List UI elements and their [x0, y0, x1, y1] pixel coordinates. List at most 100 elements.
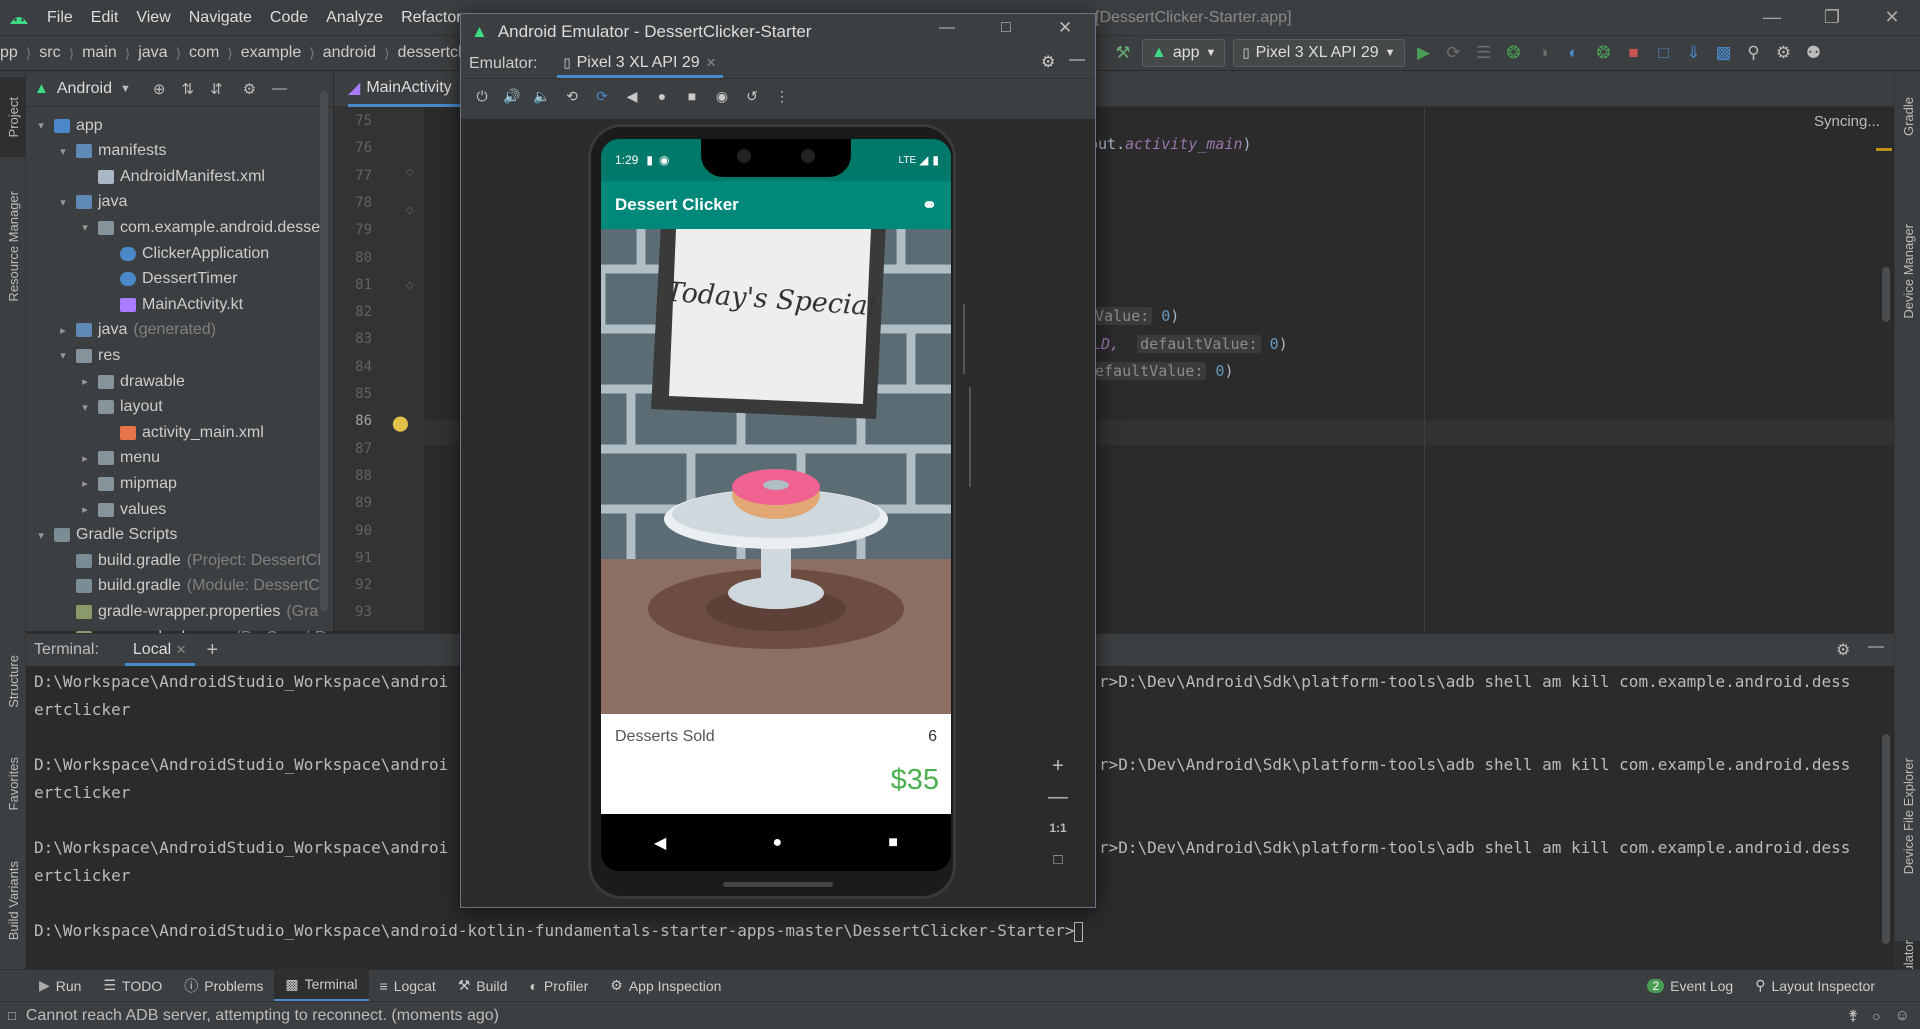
- tree-item[interactable]: MainActivity.kt: [100, 292, 243, 317]
- chevron-down-icon[interactable]: ▾: [34, 119, 48, 132]
- fold-icon[interactable]: ◇: [406, 167, 414, 178]
- chevron-down-icon[interactable]: ▾: [56, 145, 70, 158]
- rotate-left-icon[interactable]: ⟲: [559, 83, 585, 109]
- share-icon[interactable]: ⚭: [922, 195, 937, 216]
- tree-item[interactable]: ▸ menu: [78, 446, 160, 471]
- back-icon[interactable]: ◀: [654, 833, 666, 853]
- breadcrumb-item[interactable]: main: [82, 44, 117, 62]
- tab-gradle[interactable]: Gradle: [1895, 77, 1920, 157]
- hide-panel-icon[interactable]: —: [1069, 51, 1085, 69]
- rerun-icon[interactable]: ⟳: [1443, 42, 1465, 64]
- power-icon[interactable]: ⏻: [469, 83, 495, 109]
- breadcrumb-item[interactable]: com: [189, 44, 219, 62]
- lock-icon[interactable]: ⚵: [1848, 1007, 1858, 1024]
- tree-item[interactable]: ▾ manifests: [56, 139, 166, 164]
- terminal-scrollbar[interactable]: [1882, 734, 1890, 944]
- tree-item[interactable]: ▾ res: [56, 343, 120, 368]
- chevron-down-icon[interactable]: ▾: [56, 349, 70, 362]
- apply-changes-icon[interactable]: ☰: [1473, 42, 1495, 64]
- tab-build-variants[interactable]: Build Variants: [0, 841, 26, 961]
- tab-build[interactable]: ⚒ Build: [447, 970, 519, 1002]
- tab-device-manager[interactable]: Device Manager: [1895, 171, 1920, 371]
- menu-file[interactable]: File: [38, 0, 82, 35]
- overview-icon[interactable]: ■: [679, 83, 705, 109]
- tab-terminal[interactable]: ▩ Terminal: [274, 969, 369, 1002]
- gear-icon[interactable]: ⚙: [1773, 42, 1795, 64]
- tab-profiler[interactable]: ◐ Profiler: [518, 970, 599, 1002]
- smiley-icon[interactable]: ☺: [1895, 1007, 1910, 1024]
- tab-project[interactable]: Project: [0, 77, 26, 157]
- run-config-dropdown[interactable]: ▲ app ▼: [1142, 39, 1226, 67]
- menu-refactor[interactable]: Refactor: [392, 0, 470, 35]
- close-icon[interactable]: ✕: [1862, 0, 1920, 35]
- snapshot-icon[interactable]: ↺: [739, 83, 765, 109]
- coverage-icon[interactable]: ◑: [1533, 42, 1555, 64]
- chevron-down-icon[interactable]: ▾: [78, 401, 92, 414]
- restore-icon[interactable]: ❐: [1802, 0, 1862, 35]
- zoom-actual-size[interactable]: 1:1: [1041, 813, 1075, 843]
- chevron-right-icon[interactable]: ▸: [78, 503, 92, 516]
- tab-local[interactable]: Local ✕: [124, 635, 195, 666]
- tab-app-inspection[interactable]: ⚙ App Inspection: [599, 970, 732, 1002]
- overview-icon[interactable]: ■: [888, 834, 898, 852]
- chevron-right-icon[interactable]: ▸: [78, 477, 92, 490]
- breadcrumb-item[interactable]: pp: [0, 44, 18, 62]
- chevron-right-icon[interactable]: ▸: [78, 452, 92, 465]
- terminal-prompt[interactable]: D:\Workspace\AndroidStudio_Workspace\and…: [34, 921, 1084, 942]
- tree-item[interactable]: ClickerApplication: [100, 241, 269, 266]
- tab-resource-manager[interactable]: Resource Manager: [0, 171, 26, 321]
- editor-scrollbar[interactable]: [1882, 267, 1890, 322]
- warning-stripe[interactable]: [1876, 148, 1892, 151]
- tab-problems[interactable]: ⓘ Problems: [173, 970, 274, 1002]
- camera-icon[interactable]: ◉: [709, 83, 735, 109]
- locate-icon[interactable]: ⊕: [153, 80, 166, 98]
- device-manager-icon[interactable]: □: [1653, 42, 1675, 64]
- tab-favorites[interactable]: Favorites: [0, 736, 26, 831]
- tab-logcat[interactable]: ≡ Logcat: [369, 970, 447, 1002]
- debug-icon[interactable]: ❂: [1503, 42, 1525, 64]
- tab-event-log[interactable]: 2 Event Log: [1636, 970, 1744, 1002]
- hide-panel-icon[interactable]: —: [272, 80, 287, 97]
- menu-navigate[interactable]: Navigate: [180, 0, 261, 35]
- chevron-down-icon[interactable]: ▾: [78, 221, 92, 234]
- home-icon[interactable]: ●: [772, 834, 782, 852]
- tree-item[interactable]: ▾ Gradle Scripts: [34, 523, 177, 548]
- panel-toggle-icon[interactable]: □: [8, 1008, 16, 1023]
- minimize-icon[interactable]: —: [1742, 0, 1802, 35]
- tree-item[interactable]: build.gradle (Module: DessertCl: [56, 574, 324, 599]
- chevron-down-icon[interactable]: ▾: [34, 529, 48, 542]
- gradle-sync-icon[interactable]: ▩: [1713, 42, 1735, 64]
- breadcrumb-item[interactable]: dessertcl: [398, 44, 462, 62]
- tab-layout-inspector[interactable]: ⚲ Layout Inspector: [1744, 970, 1886, 1002]
- hide-panel-icon[interactable]: —: [1868, 638, 1884, 656]
- menu-view[interactable]: View: [127, 0, 179, 35]
- fold-icon[interactable]: ◇: [406, 205, 414, 216]
- tree-item[interactable]: ▾ layout: [78, 395, 162, 420]
- collapse-all-icon[interactable]: ⇵: [210, 80, 223, 98]
- more-icon[interactable]: ⋮: [769, 83, 795, 109]
- volume-up-icon[interactable]: 🔊: [499, 83, 525, 109]
- close-tab-icon[interactable]: ✕: [176, 642, 187, 657]
- tab-todo[interactable]: ☰ TODO: [92, 970, 173, 1002]
- tab-structure[interactable]: Structure: [0, 631, 26, 731]
- search-icon[interactable]: ⚲: [1743, 42, 1765, 64]
- run-icon[interactable]: ▶: [1413, 42, 1435, 64]
- tab-device-file-explorer[interactable]: Device File Explorer: [1895, 701, 1920, 931]
- fold-icon[interactable]: ◇: [406, 280, 414, 291]
- gear-icon[interactable]: ⚙: [1041, 52, 1055, 72]
- device-dropdown[interactable]: ▯ Pixel 3 XL API 29 ▼: [1233, 39, 1405, 67]
- expand-all-icon[interactable]: ⇅: [181, 80, 194, 98]
- profile-user-icon[interactable]: ⚉: [1803, 42, 1825, 64]
- breadcrumb-item[interactable]: android: [323, 44, 376, 62]
- tree-item[interactable]: ▾ com.example.android.desser: [78, 215, 325, 240]
- close-icon[interactable]: ✕: [1058, 18, 1072, 38]
- menu-analyze[interactable]: Analyze: [317, 0, 392, 35]
- maximize-icon[interactable]: □: [1001, 19, 1011, 37]
- new-tab-icon[interactable]: +: [207, 639, 219, 662]
- breadcrumb-item[interactable]: java: [138, 44, 167, 62]
- close-tab-icon[interactable]: ✕: [706, 55, 717, 71]
- lightbulb-icon[interactable]: ⬤: [392, 414, 409, 432]
- tree-item[interactable]: AndroidManifest.xml: [78, 164, 265, 189]
- chevron-down-icon[interactable]: ▾: [56, 196, 70, 209]
- tree-item[interactable]: activity_main.xml: [100, 420, 264, 445]
